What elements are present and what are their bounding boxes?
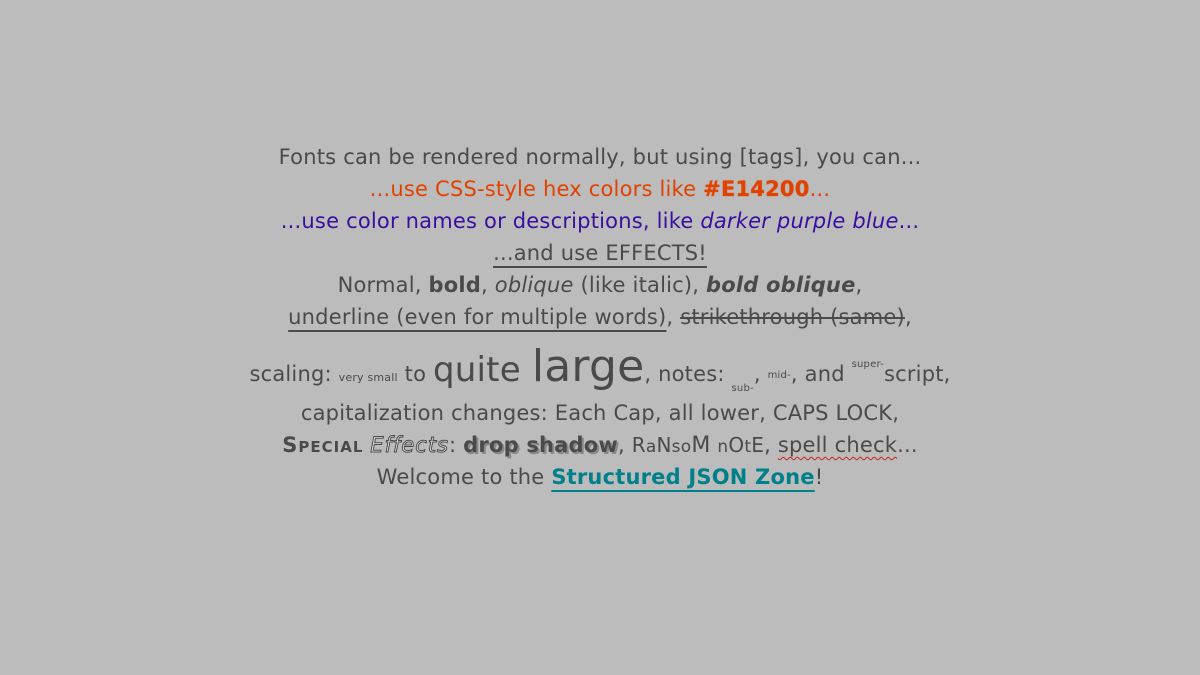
scaling-to: to — [397, 362, 433, 386]
decoration-end: , — [904, 305, 912, 329]
special-sep1: , — [618, 433, 632, 457]
style-normal: Normal, — [337, 273, 429, 297]
decoration-sep: , — [666, 305, 681, 329]
underline-example: underline (even for multiple words) — [288, 305, 667, 329]
ransom-char: R — [631, 433, 646, 457]
effects-outline-text: Effects — [370, 433, 449, 458]
ransom-char: O — [728, 433, 745, 457]
ransom-char: a — [645, 437, 657, 457]
scaling-label: scaling: — [249, 362, 339, 386]
drop-shadow-example: drop shadow — [463, 433, 618, 457]
superscript-example: super- — [851, 359, 884, 370]
hex-colors-post: ... — [809, 177, 831, 201]
effects-heading: ...and use EFFECTS! — [493, 241, 707, 265]
welcome-pre: Welcome to the — [376, 465, 552, 489]
special-colon: : — [449, 433, 464, 457]
color-names-pre: ...use color names or descriptions, like — [280, 209, 701, 233]
quite-example: quite — [433, 350, 532, 390]
capitalization-text: capitalization changes: Each Cap, all lo… — [300, 401, 900, 425]
line-color-names: ...use color names or descriptions, like… — [0, 205, 1200, 237]
line-decorations: underline (even for multiple words), str… — [0, 301, 1200, 333]
hex-code: #E14200 — [703, 177, 810, 201]
line-effects: ...and use EFFECTS! — [0, 237, 1200, 269]
structured-json-zone-link[interactable]: Structured JSON Zone — [551, 465, 814, 489]
color-names-post: ... — [898, 209, 920, 233]
special-end: ... — [897, 433, 918, 457]
line-hex-colors: ...use CSS-style hex colors like #E14200… — [0, 173, 1200, 205]
style-bold-oblique: bold oblique — [706, 273, 856, 297]
notes-and: , and — [790, 362, 852, 386]
style-end: , — [855, 273, 863, 297]
subscript-example: sub- — [731, 383, 754, 394]
line-scaling: scaling: very small to quite large, note… — [0, 333, 1200, 397]
strikethrough-example: strikethrough (same) — [680, 305, 905, 329]
welcome-post: ! — [814, 465, 824, 489]
spell-check-example: spell check — [777, 433, 898, 457]
style-like-italic: (like italic), — [573, 273, 707, 297]
font-demo-text: Fonts can be rendered normally, but usin… — [0, 141, 1200, 493]
line-intro: Fonts can be rendered normally, but usin… — [0, 141, 1200, 173]
ransom-char: E — [751, 433, 765, 457]
ransom-char: s — [671, 437, 681, 457]
style-bold: bold — [428, 273, 482, 297]
notes-label: , notes: — [644, 362, 732, 386]
style-oblique: oblique — [494, 273, 574, 297]
notes-comma: , — [753, 362, 768, 386]
special-text: Special — [282, 433, 364, 457]
ransom-char: M — [691, 433, 711, 458]
ransom-char: o — [680, 437, 692, 457]
script-text: script, — [883, 362, 951, 386]
hex-colors-pre: ...use CSS-style hex colors like — [369, 177, 704, 201]
large-example: large — [531, 341, 645, 392]
midscript-example: mid- — [767, 370, 791, 381]
color-name-example: darker purple blue — [700, 209, 899, 233]
ransom-char: n — [717, 437, 729, 457]
line-styles: Normal, bold, oblique (like italic), bol… — [0, 269, 1200, 301]
very-small-example: very small — [338, 371, 398, 384]
line-capitalization: capitalization changes: Each Cap, all lo… — [0, 397, 1200, 429]
style-sep: , — [481, 273, 495, 297]
ransom-char: N — [656, 433, 672, 457]
intro-text: Fonts can be rendered normally, but usin… — [278, 145, 922, 169]
ransom-note-example: RaNsoM nOtE — [631, 433, 765, 458]
line-special-effects: Special Effects: drop shadow, RaNsoM nOt… — [0, 429, 1200, 461]
line-welcome: Welcome to the Structured JSON Zone! — [0, 461, 1200, 493]
special-sep2: , — [764, 433, 778, 457]
